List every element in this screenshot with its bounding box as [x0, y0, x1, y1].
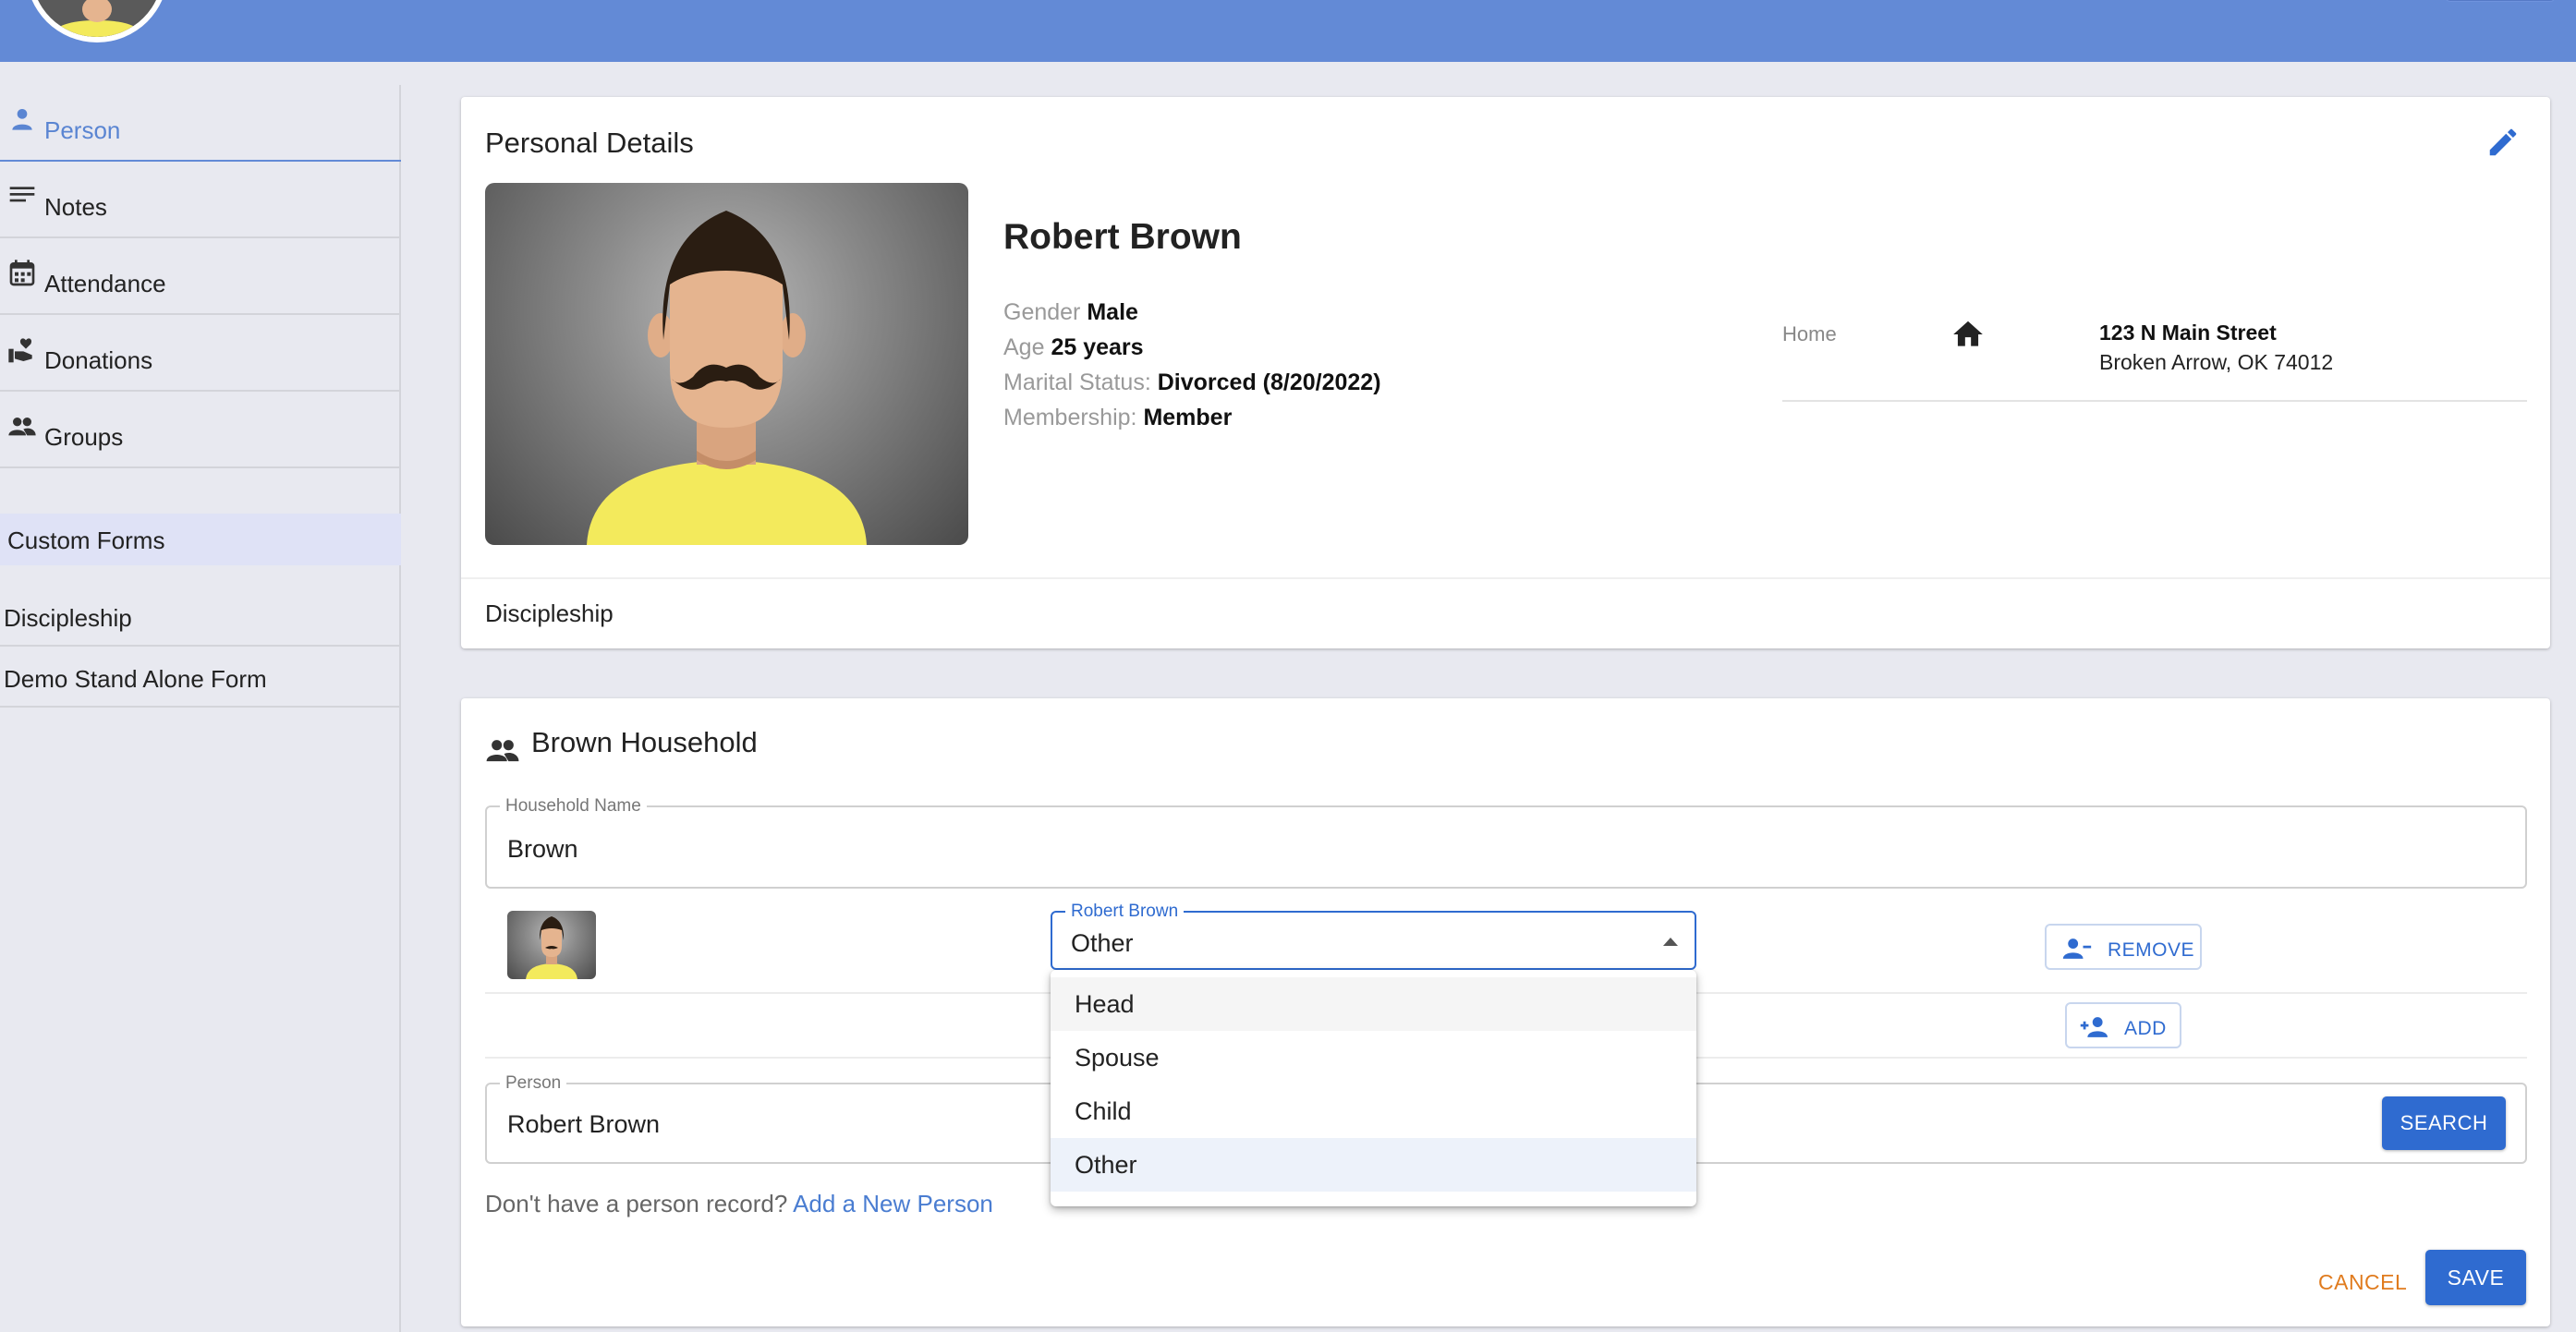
notes-icon	[9, 187, 35, 202]
member-role-value: Other	[1071, 929, 1134, 957]
person-field-value: Robert Brown	[507, 1110, 661, 1138]
sidebar-item-person[interactable]: Person	[0, 85, 401, 162]
home-icon	[1953, 321, 1983, 346]
sidebar: Person Notes Attendance Donations Groups…	[0, 85, 401, 1332]
discipleship-form-tab[interactable]: Discipleship	[485, 599, 614, 628]
person-name: Robert Brown	[1003, 217, 1242, 257]
person-avatar-illustration	[587, 211, 867, 545]
sidebar-item-label: Donations	[44, 346, 153, 374]
sidebar-item-label: Attendance	[44, 270, 166, 297]
member-thumbnail	[507, 911, 596, 979]
user-avatar[interactable]	[26, 0, 168, 42]
age-row: Age 25 years	[1003, 334, 1144, 361]
custom-forms-label: Custom Forms	[7, 527, 165, 554]
sidebar-item-notes[interactable]: Notes	[0, 162, 401, 238]
edit-icon[interactable]	[2485, 125, 2521, 160]
member-avatar-illustration	[526, 916, 577, 979]
add-member-button[interactable]: ADD	[2065, 1002, 2181, 1048]
role-dropdown-menu: Head Spouse Child Other	[1051, 970, 1696, 1206]
search-button[interactable]: SEARCH	[2382, 1096, 2506, 1150]
no-record-prompt: Don't have a person record?	[485, 1190, 788, 1217]
remove-member-button[interactable]: REMOVE	[2045, 924, 2202, 970]
save-button[interactable]: SAVE	[2425, 1250, 2526, 1305]
add-button-label: ADD	[2124, 1018, 2167, 1039]
avatar-illustration	[31, 0, 163, 37]
address-line1: 123 N Main Street	[2099, 321, 2277, 345]
top-right-button[interactable]	[2445, 0, 2556, 2]
age-value: 25 years	[1051, 334, 1144, 360]
sidebar-item-attendance[interactable]: Attendance	[0, 238, 401, 315]
gender-label: Gender	[1003, 299, 1081, 325]
marital-value: Divorced (8/20/2022)	[1157, 369, 1381, 395]
sidebar-form-discipleship[interactable]: Discipleship	[0, 586, 401, 647]
sidebar-item-label: Notes	[44, 193, 107, 221]
person-field-label: Person	[500, 1073, 567, 1094]
member-role-label: Robert Brown	[1065, 902, 1185, 922]
address-divider	[1782, 400, 2527, 402]
sidebar-form-demo-stand-alone[interactable]: Demo Stand Alone Form	[0, 647, 401, 708]
household-name-field[interactable]: Household Name Brown	[485, 796, 2527, 889]
membership-label: Membership:	[1003, 405, 1137, 430]
address-line2: Broken Arrow, OK 74012	[2099, 350, 2334, 374]
calendar-icon	[9, 260, 35, 286]
caret-up-icon	[1663, 938, 1678, 946]
groups-icon	[8, 418, 36, 436]
household-name-value: Brown	[507, 835, 578, 863]
role-option-child[interactable]: Child	[1051, 1084, 1696, 1138]
add-new-person-link[interactable]: Add a New Person	[793, 1190, 993, 1217]
top-app-bar	[0, 0, 2576, 62]
card-divider	[461, 577, 2550, 579]
sidebar-item-label: Groups	[44, 423, 124, 451]
marital-row: Marital Status: Divorced (8/20/2022)	[1003, 369, 1381, 396]
membership-value: Member	[1143, 405, 1233, 430]
sidebar-form-label: Demo Stand Alone Form	[4, 665, 267, 693]
sidebar-item-groups[interactable]: Groups	[0, 392, 401, 468]
marital-label: Marital Status:	[1003, 369, 1151, 395]
person-remove-icon	[2062, 938, 2092, 959]
role-option-other[interactable]: Other	[1051, 1138, 1696, 1192]
household-name-label: Household Name	[500, 796, 647, 817]
personal-details-title: Personal Details	[485, 127, 694, 159]
member-role-select[interactable]: Robert Brown Other	[1051, 902, 1696, 970]
donation-icon	[8, 338, 32, 363]
role-option-spouse[interactable]: Spouse	[1051, 1031, 1696, 1084]
person-photo	[485, 183, 968, 545]
sidebar-form-label: Discipleship	[4, 604, 132, 632]
sidebar-item-donations[interactable]: Donations	[0, 315, 401, 392]
gender-row: Gender Male	[1003, 299, 1138, 326]
no-record-text: Don't have a person record? Add a New Pe…	[485, 1190, 993, 1218]
role-option-head[interactable]: Head	[1051, 977, 1696, 1031]
membership-row: Membership: Member	[1003, 405, 1232, 431]
personal-details-card: Personal Details Robert Brown Gender Mal…	[461, 97, 2550, 648]
person-icon	[12, 109, 32, 130]
remove-button-label: REMOVE	[2108, 939, 2195, 961]
household-title: Brown Household	[531, 726, 758, 758]
gender-value: Male	[1087, 299, 1138, 325]
sidebar-item-label: Person	[44, 116, 121, 144]
person-add-icon	[2080, 1017, 2108, 1037]
cancel-button[interactable]: CANCEL	[2318, 1264, 2407, 1301]
custom-forms-header: Custom Forms	[0, 514, 401, 565]
groups-icon	[486, 740, 519, 762]
age-label: Age	[1003, 334, 1045, 360]
address-type: Home	[1782, 322, 1837, 345]
